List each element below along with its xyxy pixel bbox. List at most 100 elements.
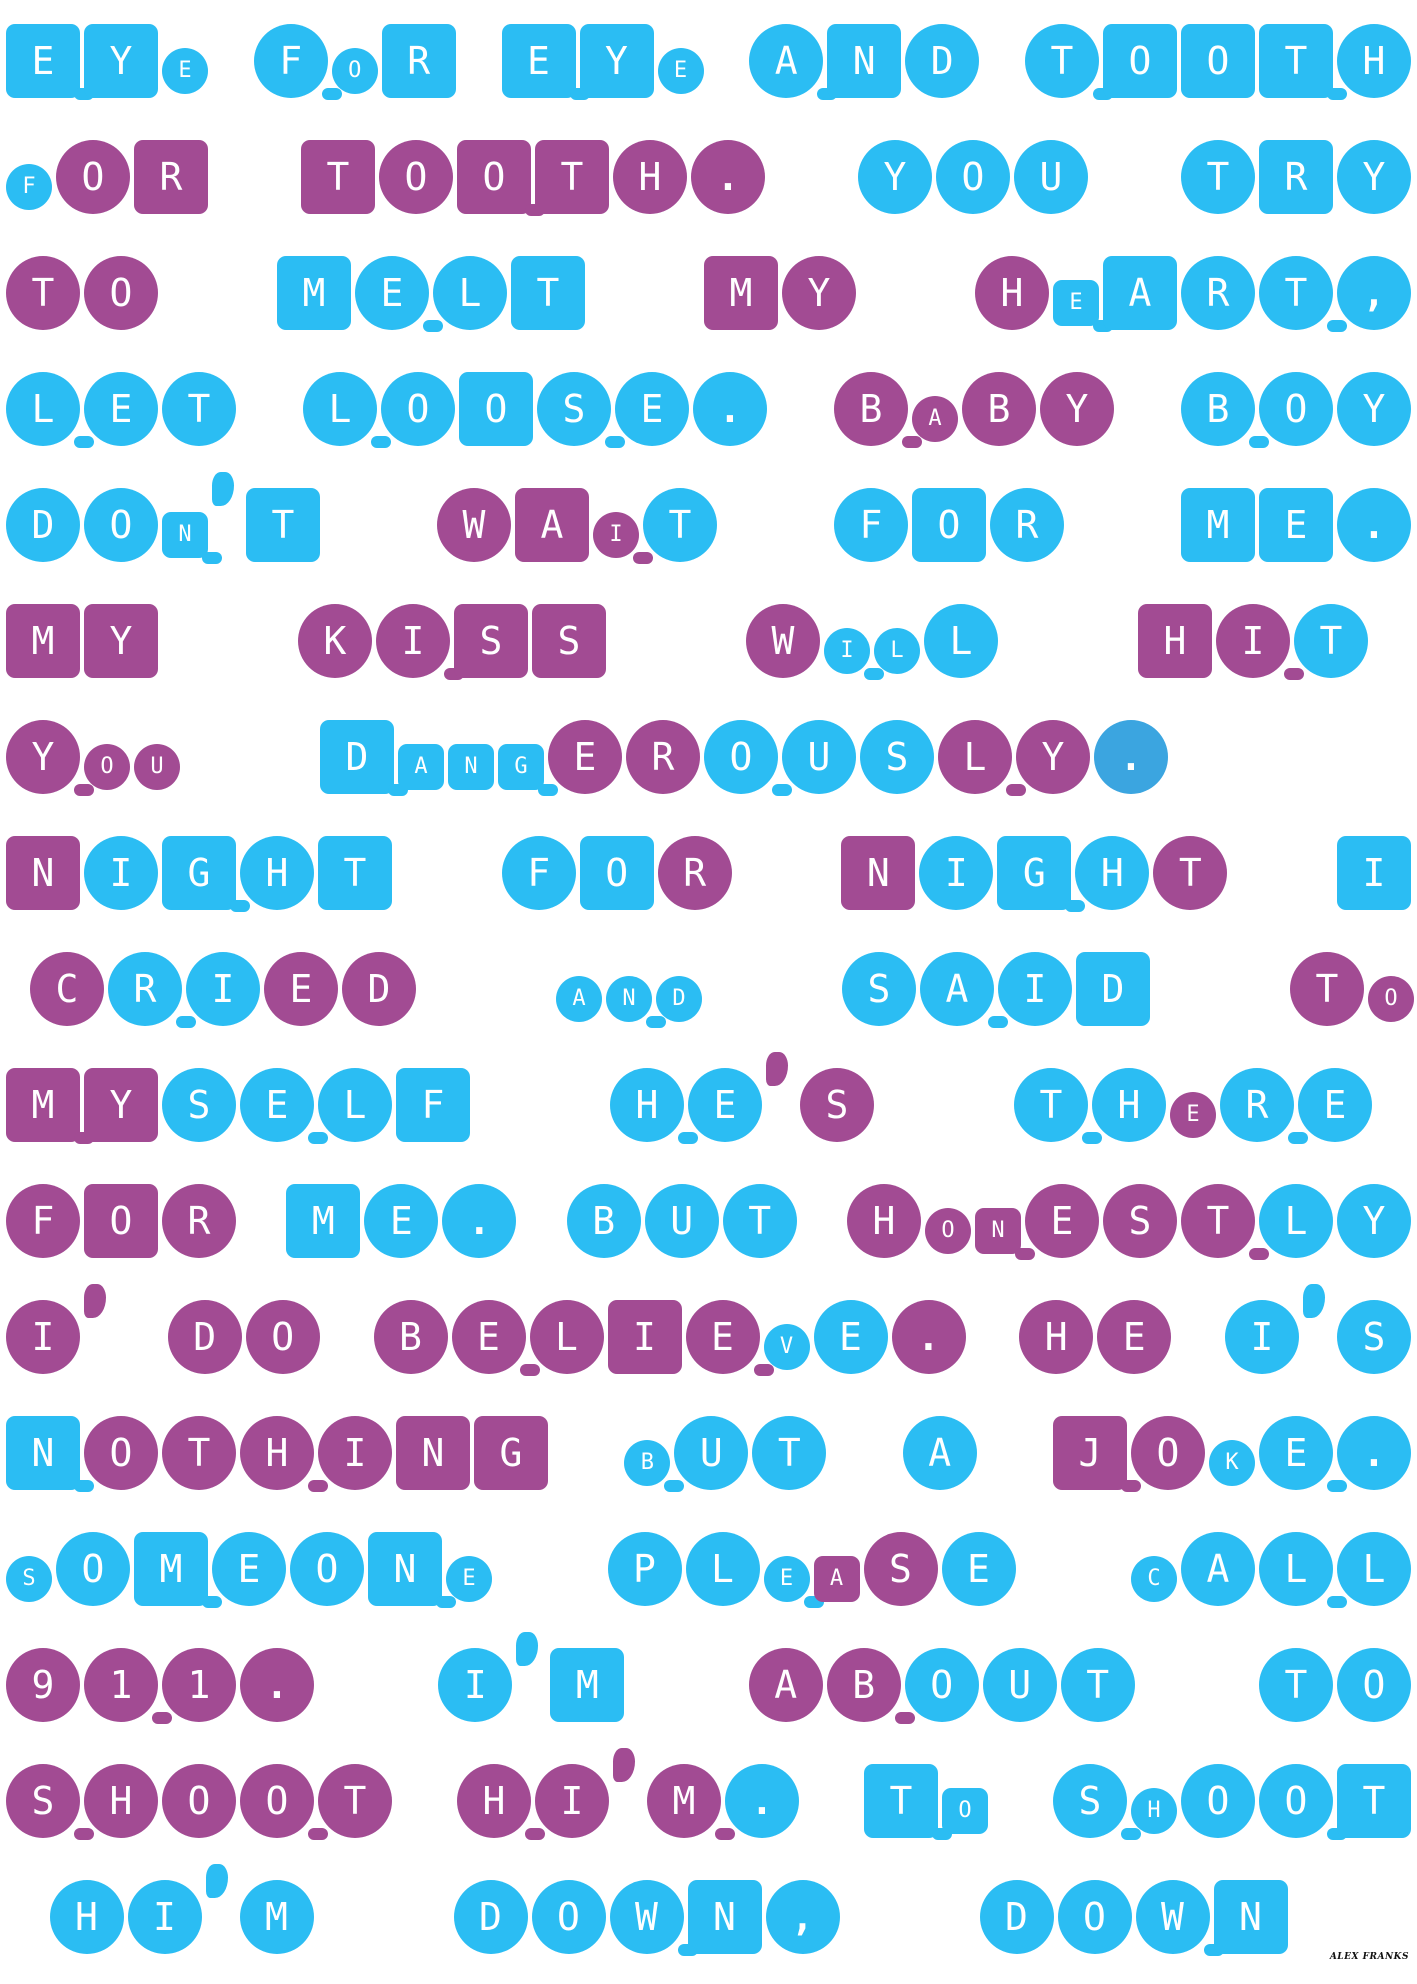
paint-drip	[1249, 436, 1269, 448]
letter-tile: R	[626, 720, 700, 794]
letter-tile: I	[318, 1416, 392, 1490]
lyric-word: PLEASE	[607, 1526, 1016, 1616]
letter-tile: L	[318, 1068, 392, 1142]
lyric-word: HIM.	[457, 1748, 799, 1848]
paint-drip	[633, 552, 653, 564]
letter-tile: R	[162, 1184, 236, 1258]
letter-tile: N	[1213, 1880, 1288, 1954]
letter-tile: I	[127, 1880, 202, 1954]
letter-tile: D	[1076, 952, 1150, 1026]
letter-tile: I	[1337, 836, 1411, 910]
letter-tile: ,	[765, 1880, 840, 1954]
letter-tile	[766, 1052, 788, 1086]
letter-tile: D	[979, 1880, 1054, 1954]
paint-drip	[1015, 1248, 1035, 1260]
paint-drip	[1284, 668, 1304, 680]
lyric-word: SHOOT	[1053, 1758, 1411, 1848]
paint-drip	[308, 1132, 328, 1144]
letter-tile: L	[433, 256, 507, 330]
lyric-word: FOR	[253, 18, 456, 108]
letter-tile: U	[674, 1416, 749, 1490]
paint-drip	[664, 1480, 685, 1492]
letter-tile: T	[318, 1764, 392, 1838]
letter-tile: K	[298, 604, 372, 678]
letter-tile: H	[1019, 1300, 1094, 1374]
letter-tile: S	[1103, 1184, 1177, 1258]
lyric-word: TOOTH	[1025, 18, 1411, 108]
letter-tile: T	[1290, 952, 1364, 1026]
lyric-line: YOUDANGEROUSLY.	[0, 714, 1417, 804]
letter-tile	[84, 1284, 106, 1318]
letter-tile: E	[1025, 1184, 1099, 1258]
letter-tile: B	[1181, 372, 1255, 446]
lyric-line: LETLOOSE.BABYBOY	[0, 366, 1417, 456]
letter-tile: B	[826, 1648, 901, 1722]
letter-tile: I	[824, 628, 870, 674]
paint-drip	[74, 784, 94, 796]
letter-tile: M	[277, 256, 351, 330]
paint-drip	[1327, 320, 1347, 332]
lyric-word: TO	[1290, 946, 1414, 1036]
letter-tile: Y	[1337, 140, 1411, 214]
letter-tile: O	[1181, 24, 1255, 98]
letter-tile: Y	[1040, 372, 1114, 446]
paint-drip	[202, 552, 222, 564]
letter-tile: T	[1014, 1068, 1088, 1142]
letter-tile: O	[290, 1532, 364, 1606]
letter-tile: O	[1057, 1880, 1132, 1954]
letter-tile: L	[303, 372, 377, 446]
letter-tile: I	[1216, 604, 1290, 678]
lyric-word: DOWN	[979, 1874, 1288, 1964]
letter-tile: O	[56, 1532, 130, 1606]
letter-tile: O	[904, 1648, 979, 1722]
lyric-word: IM	[438, 1632, 625, 1732]
letter-tile: T	[1025, 24, 1099, 98]
letter-tile: N	[6, 1416, 80, 1490]
letter-tile: C	[1131, 1556, 1177, 1602]
lyric-word: SHOOT	[6, 1758, 392, 1848]
letter-tile: O	[84, 1416, 158, 1490]
letter-tile: T	[1294, 604, 1368, 678]
paint-drip	[538, 784, 558, 796]
letter-tile: T	[1259, 1648, 1333, 1722]
letter-tile: O	[1259, 1764, 1333, 1838]
letter-tile: G	[474, 1416, 548, 1490]
letter-tile: D	[320, 720, 394, 794]
letter-tile: E	[1170, 1092, 1216, 1138]
lyric-word: EYE	[501, 18, 704, 108]
lyric-word: WAIT	[437, 482, 717, 572]
letter-tile: O	[331, 48, 378, 94]
lyric-word: HIT	[1138, 598, 1368, 688]
letter-tile: C	[30, 952, 104, 1026]
letter-tile: H	[1092, 1068, 1166, 1142]
lyric-word: HONESTLY	[847, 1178, 1411, 1268]
letter-tile: .	[725, 1764, 799, 1838]
lyric-word: MY	[6, 598, 158, 688]
letter-tile: A	[749, 24, 824, 98]
lyric-word: MELT	[277, 250, 585, 340]
lyric-line: 911.IMABOUTTO	[0, 1632, 1417, 1732]
letter-tile: R	[134, 140, 208, 214]
letter-tile: I	[919, 836, 994, 910]
letter-tile: N	[448, 744, 494, 790]
lyric-word: TO	[6, 250, 158, 340]
lyric-word: NIGHT	[841, 830, 1228, 920]
paint-drip	[894, 1712, 915, 1724]
letter-tile: T	[1259, 24, 1333, 98]
letter-tile: D	[905, 24, 980, 98]
lyric-word: DOWN,	[453, 1874, 840, 1964]
letter-tile: T	[864, 1764, 938, 1838]
letter-tile: R	[1181, 256, 1255, 330]
lyric-word: CRIED	[30, 946, 416, 1036]
letter-tile: E	[446, 1556, 492, 1602]
lyric-word: TOOTH.	[301, 134, 765, 224]
lyric-word: BELIEVE.	[373, 1294, 966, 1384]
letter-tile: V	[763, 1324, 810, 1370]
letter-tile: F	[834, 488, 908, 562]
letter-tile: E	[501, 24, 576, 98]
paint-drip	[74, 436, 94, 448]
letter-tile: N	[368, 1532, 442, 1606]
letter-tile: F	[253, 24, 328, 98]
letter-tile: M	[286, 1184, 361, 1258]
letter-tile: H	[975, 256, 1049, 330]
